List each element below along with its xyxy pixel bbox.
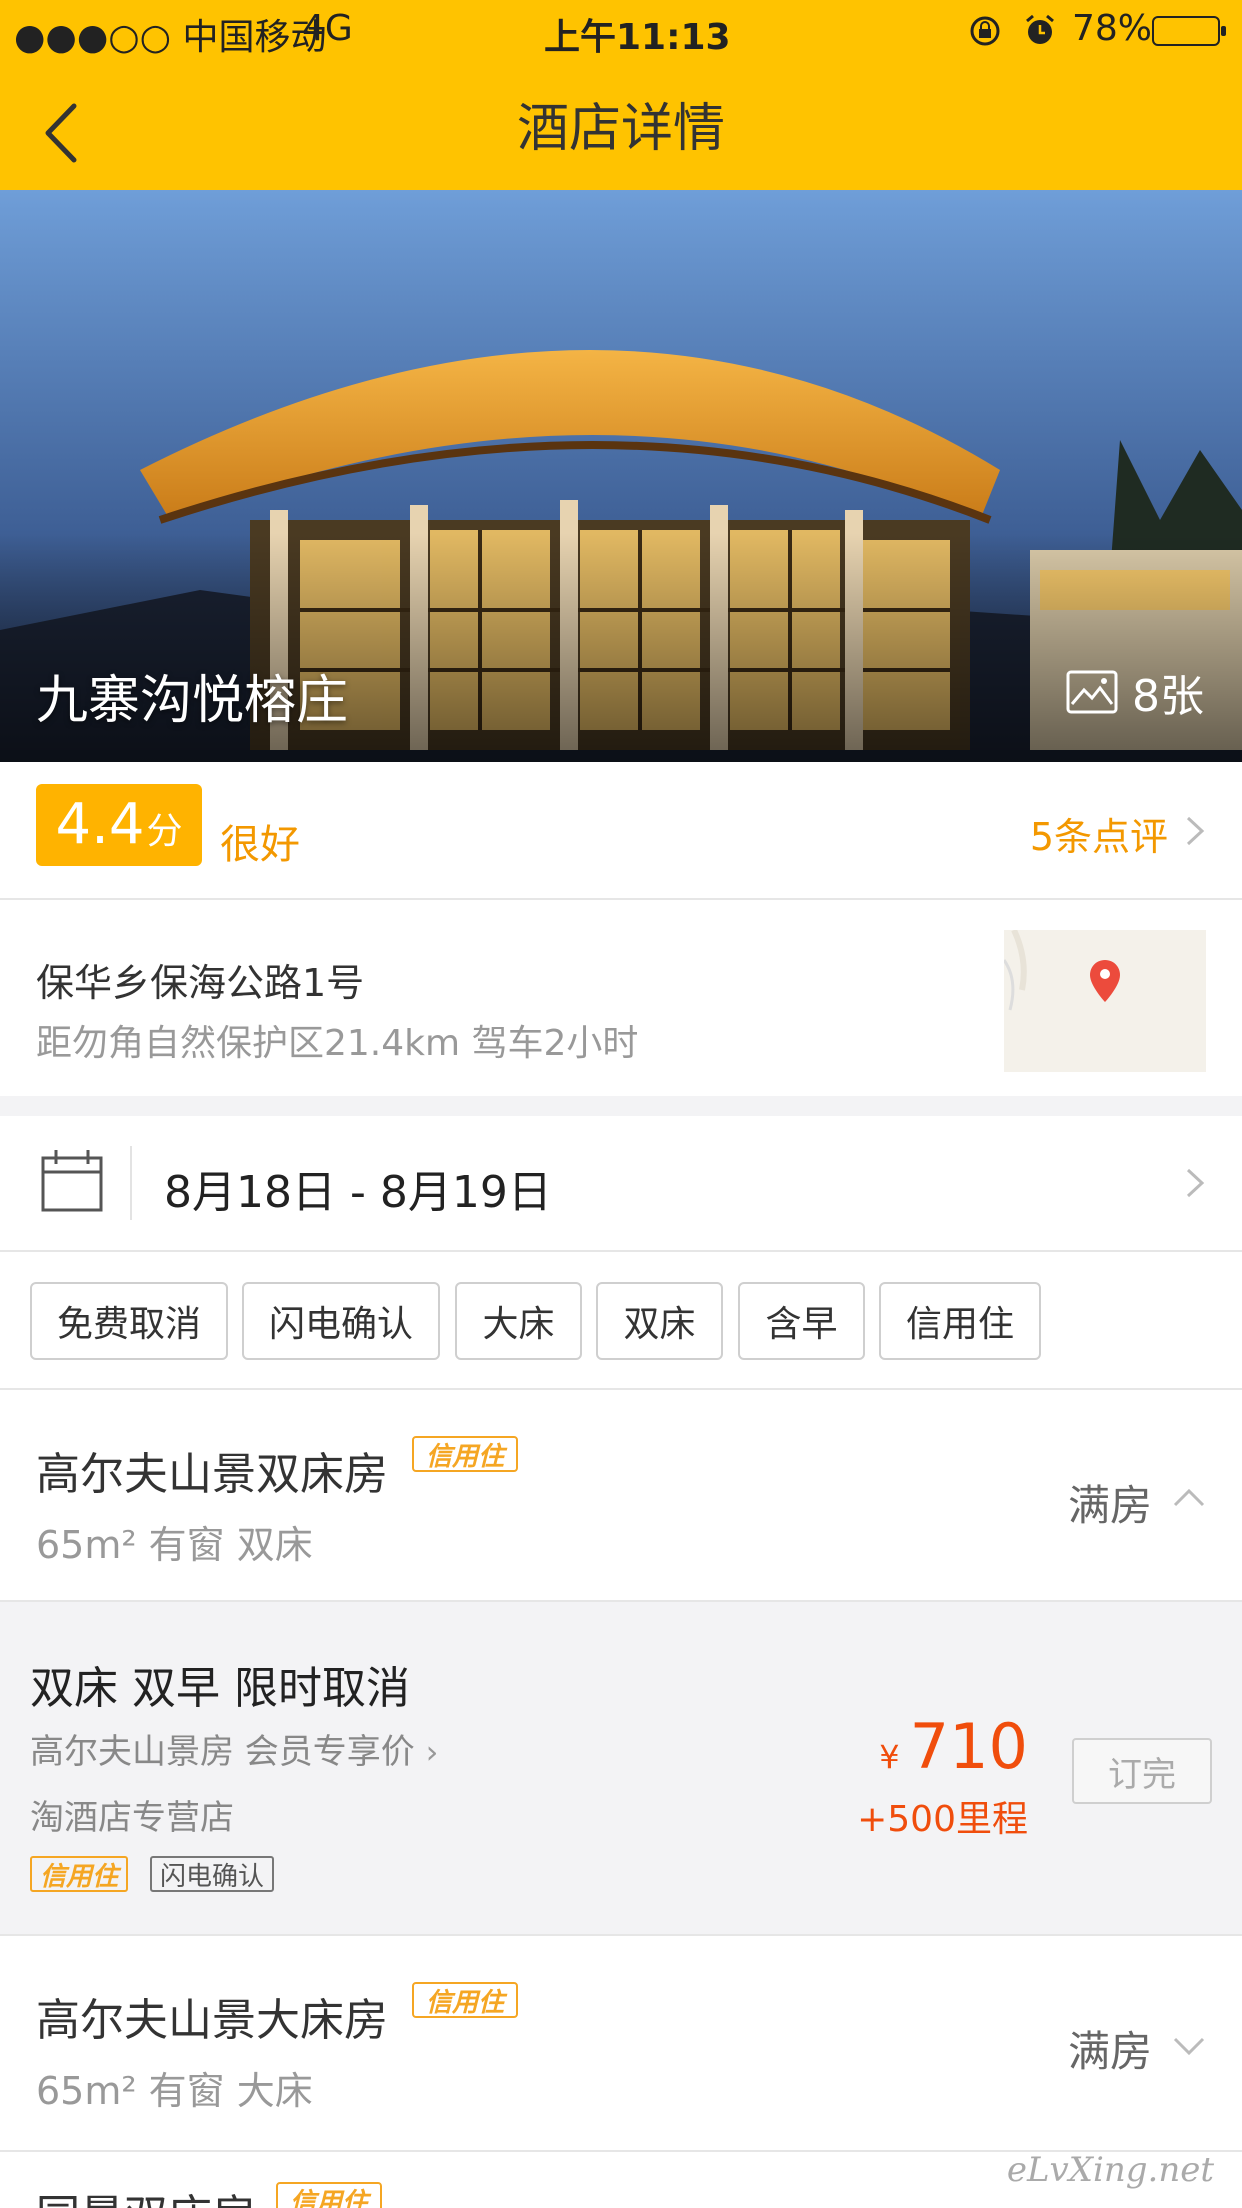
hotel-hero-image[interactable]: 九寨沟悦榕庄 8张 (0, 190, 1242, 762)
score-badge: 4.4 分 (36, 784, 202, 866)
room-item[interactable]: 高尔夫山景双床房 信用住 65m² 有窗 双床 满房 (0, 1390, 1242, 1600)
shop-name: 淘酒店专营店 (30, 1798, 234, 1838)
nav-bar: 酒店详情 (0, 62, 1242, 190)
photo-count-button[interactable]: 8张 (1066, 660, 1204, 724)
rotation-lock-icon (970, 16, 1000, 46)
filter-breakfast[interactable]: 含早 (738, 1282, 865, 1360)
room-info: 65m² 有窗 双床 (36, 1523, 313, 1567)
chevron-right-icon (1186, 1168, 1205, 1198)
price-value: 710 (909, 1710, 1028, 1783)
address-row[interactable]: 保华乡保海公路1号 距勿角自然保护区21.4km 驾车2小时 (0, 900, 1242, 1096)
room-info: 65m² 有窗 大床 (36, 2069, 313, 2113)
filter-free-cancel[interactable]: 免费取消 (30, 1282, 228, 1360)
room-name: 高尔夫山景大床房 (36, 1995, 388, 2046)
address-line: 保华乡保海公路1号 (36, 961, 365, 1005)
filter-bar: 免费取消 闪电确认 大床 双床 含早 信用住 (0, 1252, 1242, 1388)
credit-stay-tag: 信用住 (30, 1856, 129, 1892)
date-row[interactable]: 8月18日 - 8月19日 (0, 1116, 1242, 1250)
location-pin-icon (1090, 960, 1120, 1002)
rate-plan[interactable]: 双床 双早 限时取消 高尔夫山景房 会员专享价 › 淘酒店专营店 信用住 闪电确… (0, 1600, 1242, 1936)
page-title: 酒店详情 (516, 99, 725, 159)
battery-percent: 78% (1072, 8, 1153, 49)
score-value: 4.4 (55, 792, 145, 857)
rate-subtitle: 高尔夫山景房 会员专享价 (30, 1732, 415, 1772)
chevron-right-icon: › (425, 1733, 439, 1771)
hotel-name: 九寨沟悦榕庄 (36, 671, 349, 731)
miles-bonus: +500里程 (857, 1799, 1028, 1840)
room-status: 满房 (1067, 2027, 1152, 2076)
score-description: 很好 (220, 822, 300, 868)
credit-stay-badge: 信用住 (412, 1436, 519, 1472)
room-status: 满房 (1067, 1481, 1152, 1530)
instant-confirm-tag: 闪电确认 (150, 1856, 275, 1892)
network-label: 4G (302, 8, 353, 49)
chevron-down-icon[interactable] (1172, 2036, 1206, 2058)
map-thumbnail[interactable] (1004, 930, 1206, 1072)
date-range: 8月18日 - 8月19日 (164, 1167, 552, 1218)
credit-stay-badge: 信用住 (276, 2182, 383, 2208)
credit-stay-badge: 信用住 (412, 1982, 519, 2018)
room-name: 园景双床房 (36, 2180, 256, 2208)
filter-king-bed[interactable]: 大床 (455, 1282, 582, 1360)
calendar-icon (41, 1150, 103, 1212)
book-button[interactable]: 订完 (1072, 1738, 1212, 1804)
watermark: eLvXing.net (1006, 2150, 1214, 2190)
room-item[interactable]: 高尔夫山景大床房 信用住 65m² 有窗 大床 满房 (0, 1936, 1242, 2152)
rating-row[interactable]: 4.4 分 很好 5条点评 (0, 762, 1242, 898)
battery-icon (1152, 16, 1226, 46)
chevron-right-icon (1186, 816, 1205, 846)
distance-text: 距勿角自然保护区21.4km 驾车2小时 (36, 1023, 639, 1064)
status-bar: ●●●○○ 中国移动 4G 上午11:13 78% (0, 0, 1242, 62)
clock: 上午11:13 (544, 17, 731, 58)
filter-instant-confirm[interactable]: 闪电确认 (242, 1282, 440, 1360)
price: ¥710 (879, 1710, 1028, 1783)
image-gallery-icon (1066, 670, 1118, 714)
alarm-icon (1026, 14, 1054, 44)
photo-count-label: 8张 (1132, 671, 1204, 722)
rate-title: 双床 双早 限时取消 (30, 1663, 410, 1714)
currency-symbol: ¥ (879, 1738, 900, 1776)
room-name: 高尔夫山景双床房 (36, 1449, 388, 1500)
score-unit: 分 (146, 811, 183, 852)
separator (130, 1146, 132, 1220)
filter-twin-bed[interactable]: 双床 (596, 1282, 723, 1360)
review-count-link[interactable]: 5条点评 (1030, 806, 1168, 861)
filter-credit-stay[interactable]: 信用住 (879, 1282, 1041, 1360)
carrier-label: ●●●○○ 中国移动 (14, 17, 327, 58)
divider (0, 1600, 1242, 1602)
chevron-up-icon[interactable] (1172, 1486, 1206, 1508)
rate-subtitle-link[interactable]: 高尔夫山景房 会员专享价 › (30, 1724, 438, 1773)
